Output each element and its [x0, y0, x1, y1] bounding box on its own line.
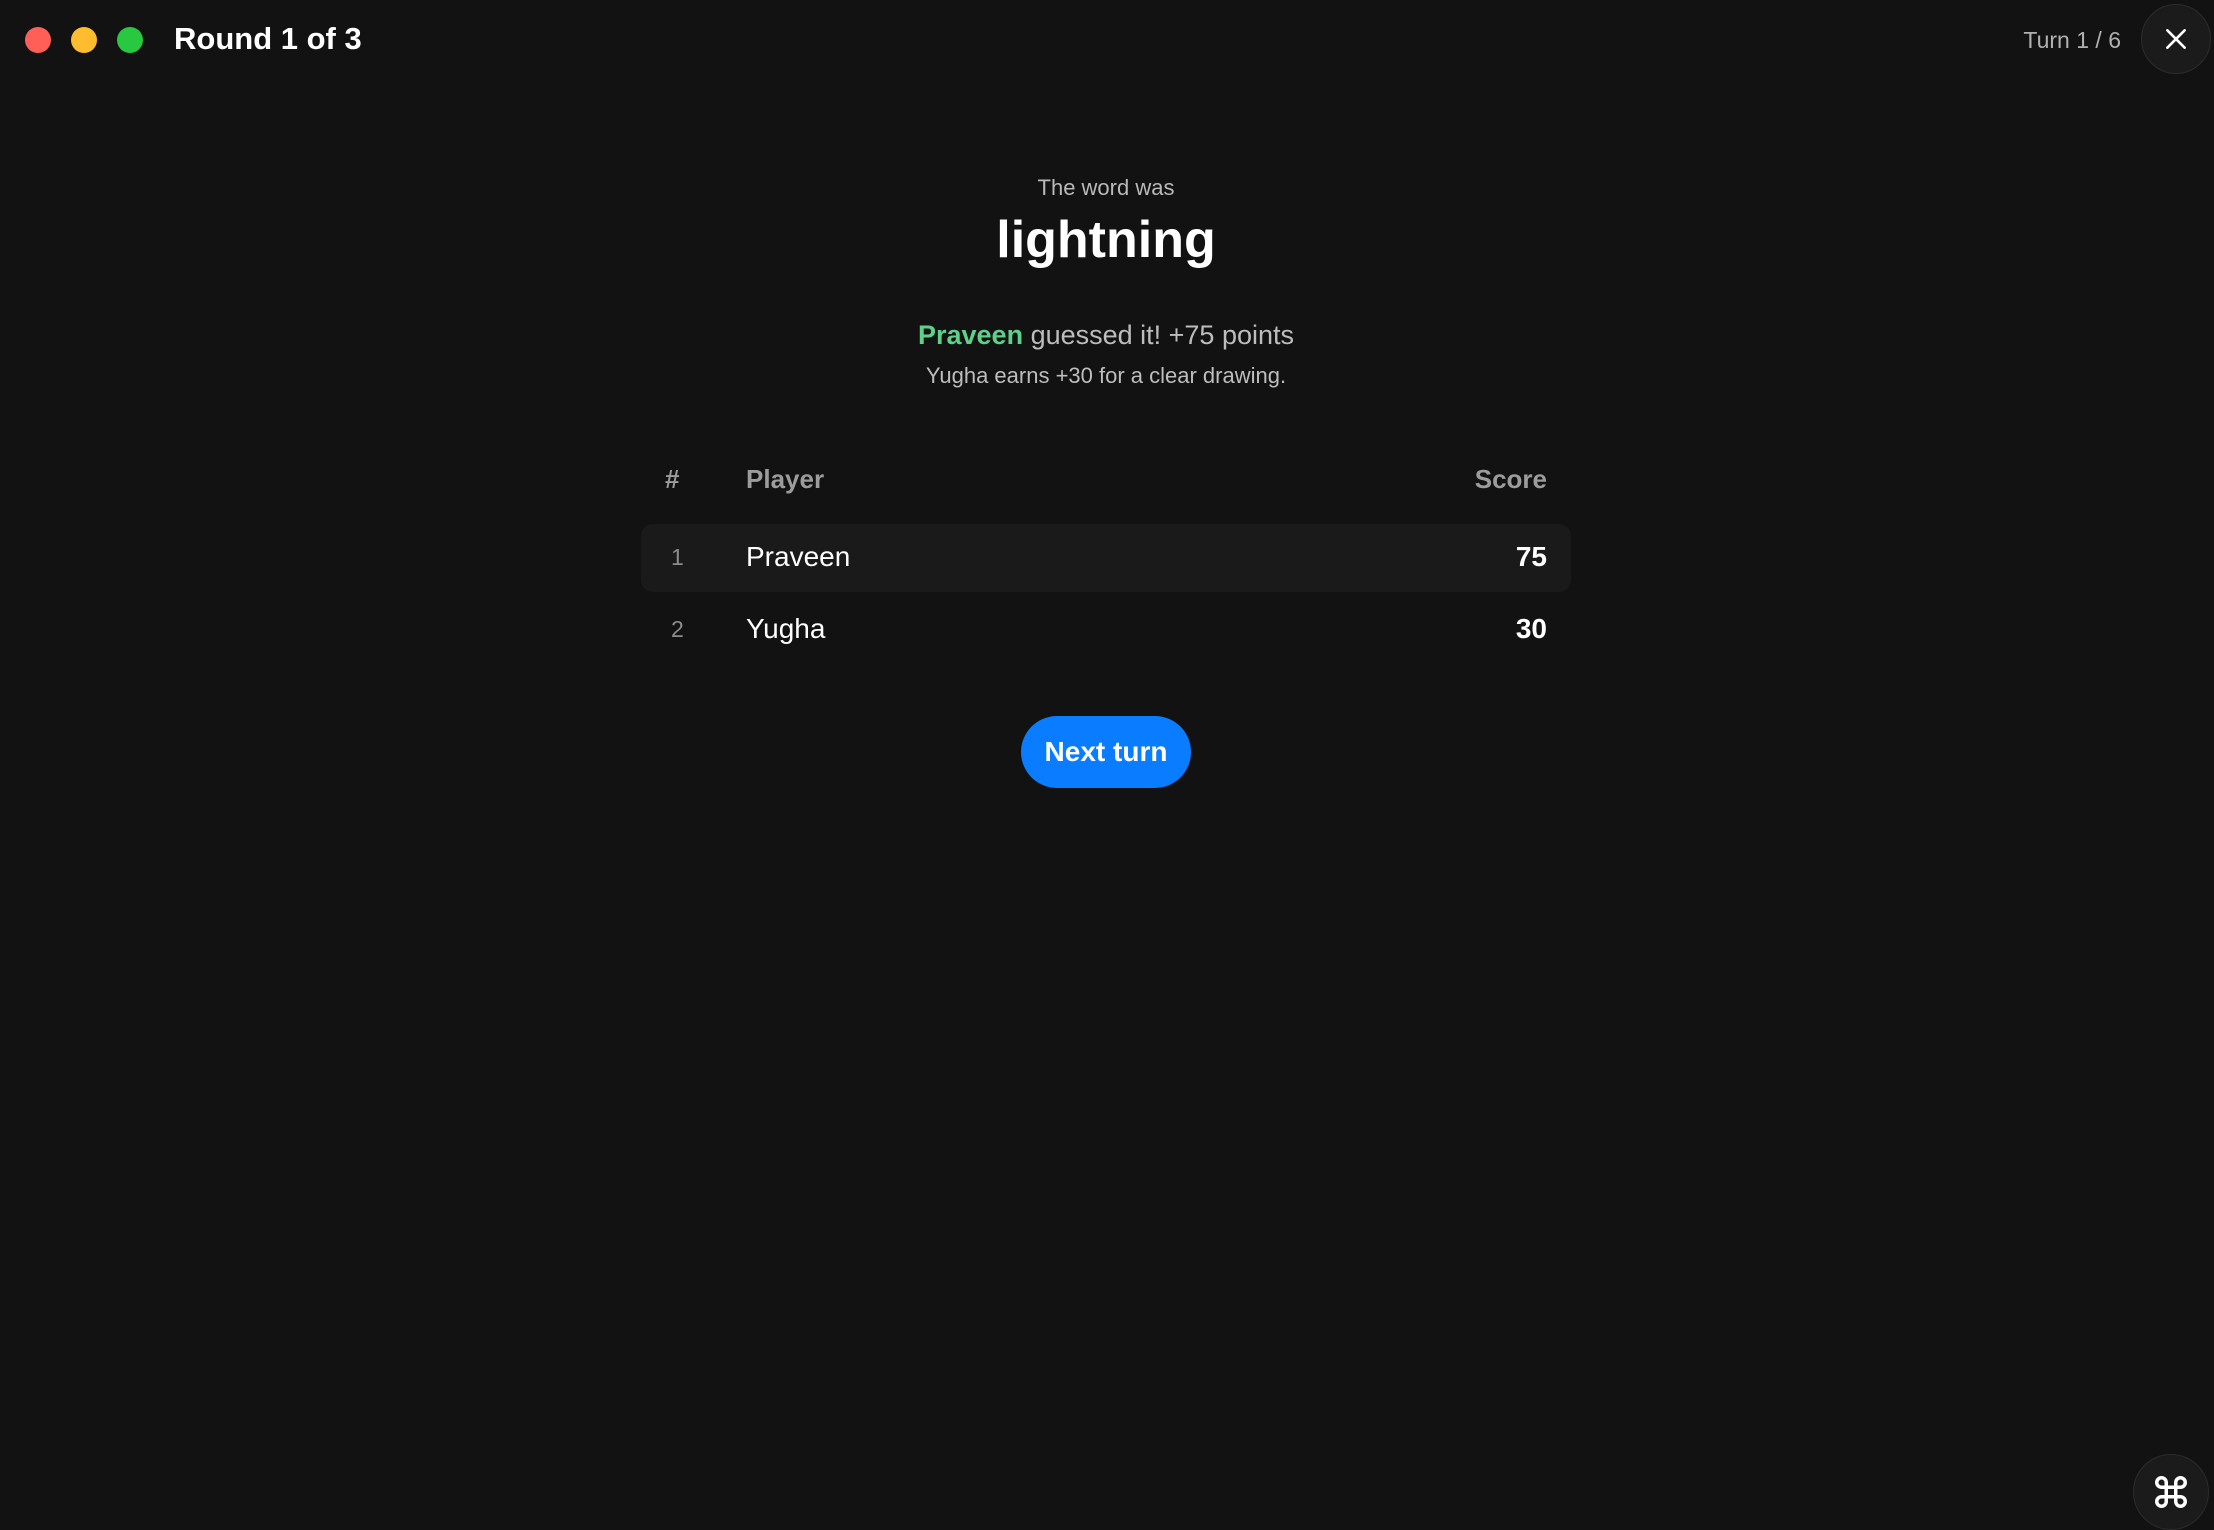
title-bar: Round 1 of 3 Turn 1 / 6 [0, 0, 2214, 80]
next-turn-button[interactable]: Next turn [1021, 716, 1191, 788]
player-name: Yugha [746, 613, 826, 644]
revealed-word: lightning [996, 211, 1216, 269]
guesser-name: Praveen [917, 320, 1024, 350]
reveal-panel: The word was lightning Praveen guessed i… [641, 160, 1571, 392]
player-column-header: Player [746, 464, 825, 494]
drawer-bonus-text: Yugha earns +30 for a clear drawing. [925, 363, 1287, 388]
round-title: Round 1 of 3 [174, 21, 362, 56]
guess-result: Praveen guessed it! +75 points [641, 316, 1571, 354]
table-row: 2 Yugha 30 [641, 596, 1571, 664]
window-close-dot[interactable] [25, 27, 51, 53]
close-button[interactable] [2141, 4, 2211, 74]
player-rank: 2 [671, 616, 684, 642]
player-score: 30 [1515, 613, 1547, 644]
command-icon [2155, 1476, 2187, 1508]
score-column-header: Score [1474, 464, 1547, 494]
word-label: The word was [1037, 175, 1175, 200]
scoreboard-table: # Player Score 1 Praveen 75 2 Yugha 30 [641, 456, 1571, 664]
rank-column-header: # [665, 464, 680, 494]
player-score: 75 [1515, 541, 1547, 572]
guess-points-text: guessed it! +75 points [1023, 320, 1294, 350]
window-zoom-dot[interactable] [117, 27, 143, 53]
game-window: Round 1 of 3 Turn 1 / 6 The word was lig… [0, 0, 2214, 1530]
command-button[interactable] [2133, 1454, 2209, 1530]
player-rank: 1 [671, 544, 684, 570]
table-row: 1 Praveen 75 [641, 524, 1571, 592]
turn-indicator: Turn 1 / 6 [2023, 27, 2121, 53]
window-minimize-dot[interactable] [71, 27, 97, 53]
scoreboard-header: # Player Score [641, 456, 1571, 508]
player-name: Praveen [746, 541, 851, 572]
close-icon [2166, 29, 2186, 49]
